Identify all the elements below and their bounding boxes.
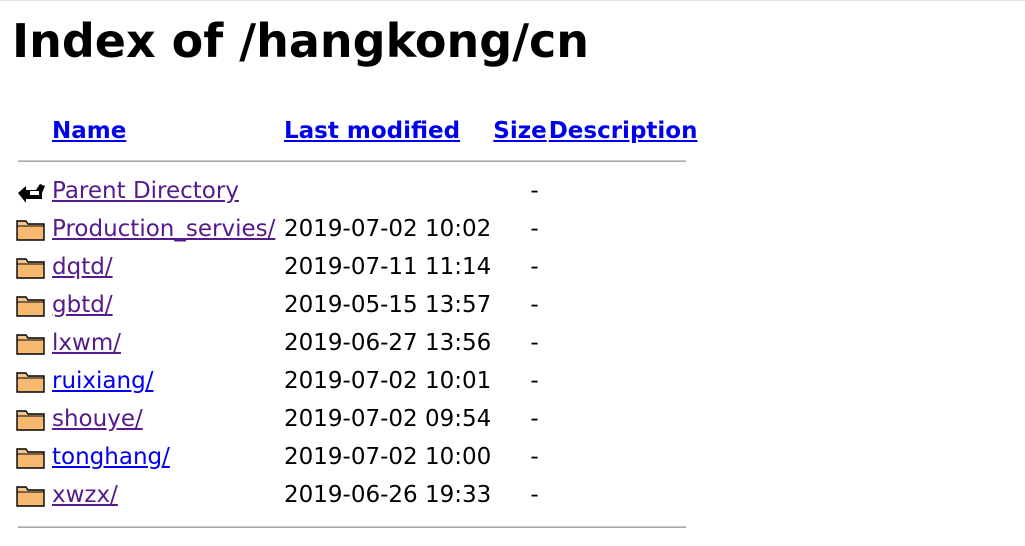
name-cell: xwzx/: [52, 476, 282, 514]
entry-link[interactable]: Production_servies/: [52, 216, 275, 242]
table-row: shouye/ 2019-07-02 09:54 -: [16, 400, 697, 438]
icon-cell: [16, 400, 50, 438]
name-cell: dqtd/: [52, 248, 282, 286]
description-cell: [549, 438, 698, 476]
icon-cell: [16, 476, 50, 514]
last-modified-cell: 2019-07-02 09:54: [284, 406, 492, 432]
entry-link[interactable]: dqtd/: [52, 254, 113, 280]
top-border: [0, 0, 1025, 1]
folder-icon: [16, 292, 46, 318]
size-cell: -: [530, 444, 539, 470]
name-header: Name: [52, 112, 282, 150]
entry-link[interactable]: Parent Directory: [52, 178, 239, 204]
description-cell: [549, 400, 698, 438]
table-row: gbtd/ 2019-05-15 13:57 -: [16, 286, 697, 324]
back-icon: [16, 178, 46, 204]
folder-icon: [16, 368, 46, 394]
description-cell: [549, 362, 698, 400]
listing-body: Parent Directory - Production_servies/ 2…: [16, 172, 697, 514]
table-row: xwzx/ 2019-06-26 19:33 -: [16, 476, 697, 514]
sort-by-size-link[interactable]: Size: [493, 118, 546, 144]
size-cell: -: [530, 368, 539, 394]
size-cell: -: [530, 406, 539, 432]
last-modified-cell: 2019-07-02 10:02: [284, 216, 492, 242]
sort-by-last-modified-link[interactable]: Last modified: [284, 118, 460, 144]
folder-icon: [16, 406, 46, 432]
icon-cell: [16, 362, 50, 400]
size-header: Size: [493, 112, 546, 150]
header-row: Name Last modified Size Description: [16, 112, 697, 150]
folder-icon: [16, 330, 46, 356]
table-row: Production_servies/ 2019-07-02 10:02 -: [16, 210, 697, 248]
size-cell: -: [530, 178, 539, 204]
icon-cell: [16, 286, 50, 324]
name-cell: Parent Directory: [52, 172, 282, 210]
size-cell: -: [530, 330, 539, 356]
description-cell: [549, 286, 698, 324]
icon-cell: [16, 210, 50, 248]
entry-link[interactable]: tonghang/: [52, 444, 170, 470]
last-modified-cell: 2019-07-11 11:14: [284, 254, 492, 280]
entry-link[interactable]: gbtd/: [52, 292, 113, 318]
folder-icon: [16, 216, 46, 242]
name-cell: ruixiang/: [52, 362, 282, 400]
table-row: ruixiang/ 2019-07-02 10:01 -: [16, 362, 697, 400]
entry-link[interactable]: ruixiang/: [52, 368, 153, 394]
table-row: dqtd/ 2019-07-11 11:14 -: [16, 248, 697, 286]
icon-cell: [16, 438, 50, 476]
folder-icon: [16, 254, 46, 280]
page-title: Index of /hangkong/cn: [12, 14, 590, 68]
folder-icon: [16, 482, 46, 508]
header-rule-row: [16, 150, 697, 172]
last-modified-header: Last modified: [284, 112, 491, 150]
entry-link[interactable]: xwzx/: [52, 482, 118, 508]
table-row: lxwm/ 2019-06-27 13:56 -: [16, 324, 697, 362]
size-cell: -: [530, 216, 539, 242]
description-cell: [549, 324, 698, 362]
name-cell: gbtd/: [52, 286, 282, 324]
table-row: Parent Directory -: [16, 172, 697, 210]
description-cell: [549, 248, 698, 286]
last-modified-cell: 2019-05-15 13:57: [284, 292, 492, 318]
size-cell: -: [530, 482, 539, 508]
name-cell: lxwm/: [52, 324, 282, 362]
icon-header: [16, 112, 50, 150]
icon-cell: [16, 324, 50, 362]
entry-link[interactable]: lxwm/: [52, 330, 121, 356]
last-modified-cell: 2019-06-26 19:33: [284, 482, 492, 508]
last-modified-cell: 2019-07-02 10:00: [284, 444, 492, 470]
description-cell: [549, 172, 698, 210]
icon-cell: [16, 172, 50, 210]
size-cell: -: [530, 254, 539, 280]
last-modified-cell: 2019-07-02 10:01: [284, 368, 492, 394]
directory-listing: Name Last modified Size Description Pare…: [14, 112, 699, 528]
description-header: Description: [549, 112, 698, 150]
sort-by-name-link[interactable]: Name: [52, 118, 126, 144]
name-cell: shouye/: [52, 400, 282, 438]
last-modified-cell: 2019-06-27 13:56: [284, 330, 492, 356]
last-modified-cell: [284, 172, 491, 210]
icon-cell: [16, 248, 50, 286]
name-cell: Production_servies/: [52, 210, 282, 248]
entry-link[interactable]: shouye/: [52, 406, 143, 432]
table-row: tonghang/ 2019-07-02 10:00 -: [16, 438, 697, 476]
folder-icon: [16, 444, 46, 470]
size-cell: -: [530, 292, 539, 318]
horizontal-rule: [18, 526, 686, 528]
horizontal-rule: [18, 160, 686, 162]
sort-by-description-link[interactable]: Description: [549, 118, 698, 144]
footer-rule-row: [16, 514, 697, 528]
description-cell: [549, 210, 698, 248]
name-cell: tonghang/: [52, 438, 282, 476]
description-cell: [549, 476, 698, 514]
